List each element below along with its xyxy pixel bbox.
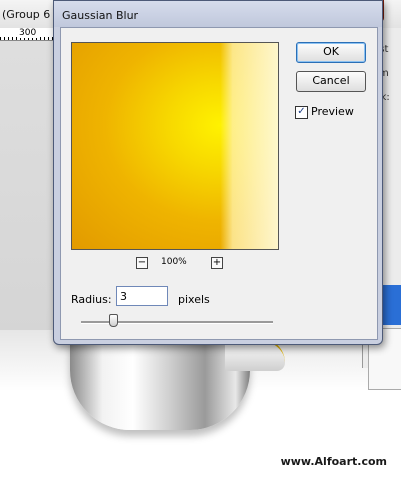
blur-preview[interactable] <box>71 42 279 250</box>
radius-label: Radius: <box>71 293 112 306</box>
document-title: (Group 6 , <box>2 8 58 21</box>
watermark: www.Alfoart.com <box>280 455 387 468</box>
preview-label[interactable]: Preview <box>311 105 354 118</box>
cancel-button[interactable]: Cancel <box>296 71 366 92</box>
bottle-image <box>70 335 250 430</box>
dialog-title: Gaussian Blur <box>62 9 139 22</box>
gaussian-blur-dialog: Gaussian Blur − 100% + Radius: pixels OK… <box>53 0 383 345</box>
radius-units-label: pixels <box>178 293 210 306</box>
preview-checkbox[interactable]: ✓ <box>295 106 308 119</box>
zoom-in-button[interactable]: + <box>211 257 223 269</box>
ok-button[interactable]: OK <box>296 42 366 63</box>
dialog-title-bar[interactable]: Gaussian Blur <box>54 1 382 27</box>
radius-input[interactable] <box>116 286 168 306</box>
zoom-level: 100% <box>161 257 187 267</box>
zoom-out-button[interactable]: − <box>136 257 148 269</box>
dialog-body: − 100% + Radius: pixels OK Cancel ✓ Prev… <box>60 27 378 340</box>
radius-slider-thumb[interactable] <box>109 314 118 327</box>
panel-highlight <box>380 285 401 325</box>
ruler-mark-label: 300 <box>18 28 38 38</box>
